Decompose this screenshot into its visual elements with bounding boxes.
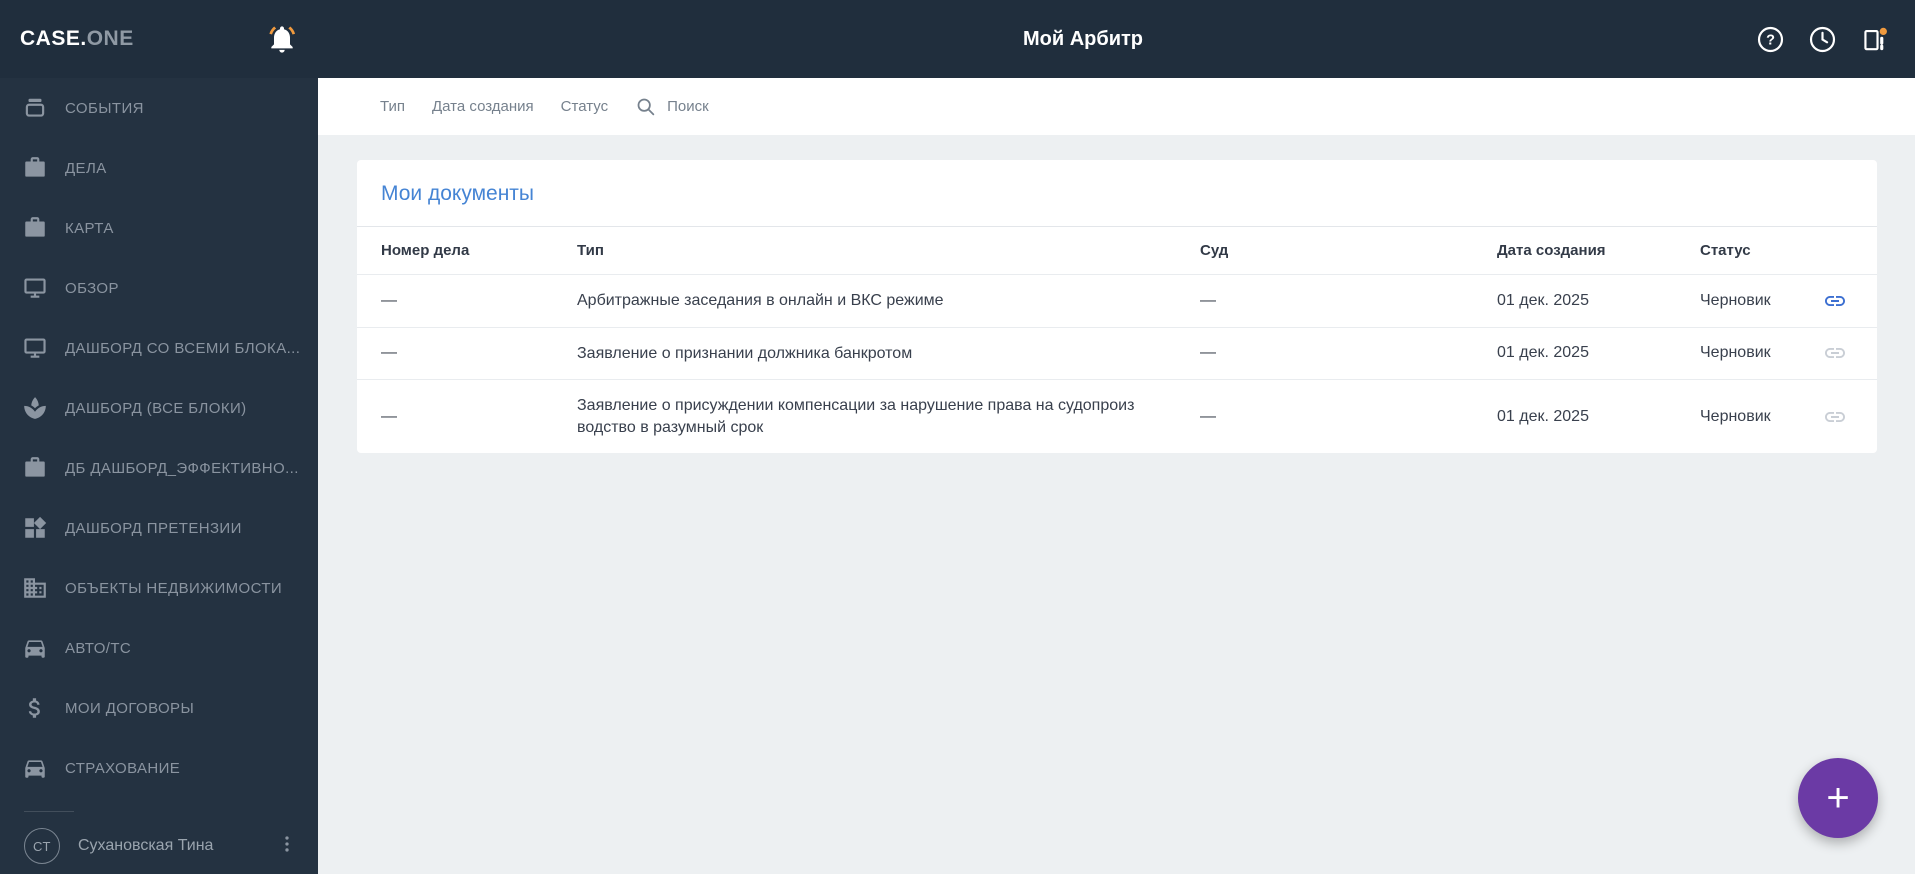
filter-created-date[interactable]: Дата создания (432, 98, 534, 115)
main-content: Мои документы Номер дела Тип Суд Дата со… (318, 135, 1915, 874)
link-button[interactable] (1793, 289, 1877, 313)
events-tray-icon (27, 99, 43, 116)
spa-icon (24, 397, 46, 419)
panel-notification-icon[interactable] (1860, 25, 1889, 54)
sidebar-nav: СОБЫТИЯ ДЕЛА КАРТА ОБЗОР ДАШБОРД СО ВСЕМ… (0, 78, 318, 798)
filter-bar: Тип Дата создания Статус Поиск (318, 78, 1915, 135)
header-actions: ? (1756, 0, 1889, 78)
cell-case-number: — (381, 291, 397, 309)
table-header: Номер дела Тип Суд Дата создания Статус (357, 226, 1877, 274)
history-clock-icon[interactable] (1808, 25, 1837, 54)
cell-type: Арбитражные заседания в онлайн и ВКС реж… (577, 292, 944, 309)
svg-text:?: ? (1766, 32, 1775, 48)
car-icon (25, 760, 45, 777)
cell-case-number: — (381, 344, 397, 362)
add-document-fab[interactable]: + (1798, 758, 1878, 838)
sidebar-item-label: ДАШБОРД (ВСЕ БЛОКИ) (65, 399, 247, 417)
search-icon (635, 96, 656, 117)
col-court: Суд (1200, 242, 1229, 259)
link-icon (1823, 405, 1847, 429)
cell-created: 01 дек. 2025 (1497, 344, 1589, 362)
sidebar-item-label: КАРТА (65, 219, 114, 237)
sidebar-item-db-dashboard-efficiency[interactable]: ДБ ДАШБОРД_ЭФФЕКТИВНО... (0, 438, 318, 498)
caseone-logo: CASE. ONE (20, 0, 134, 78)
avatar: СТ (24, 828, 60, 864)
table-row[interactable]: — Заявление о присуждении компенсации за… (357, 379, 1877, 453)
sidebar-item-label: СОБЫТИЯ (65, 99, 144, 117)
monitor-icon (25, 280, 44, 297)
sidebar-divider (24, 811, 74, 812)
status-badge: Черновик (1700, 344, 1771, 362)
sidebar-item-label: ДАШБОРД ПРЕТЕНЗИИ (65, 519, 242, 537)
col-type: Тип (577, 242, 604, 259)
sidebar-item-label: СТРАХОВАНИЕ (65, 759, 181, 777)
sidebar-item-label: МОИ ДОГОВОРЫ (65, 699, 195, 717)
briefcase-icon (25, 457, 45, 477)
briefcase-icon (25, 157, 45, 177)
table-row[interactable]: — Заявление о признании должника банкрот… (357, 326, 1877, 380)
monitor-icon (25, 340, 44, 357)
sidebar-item-real-estate[interactable]: ОБЪЕКТЫ НЕДВИЖИМОСТИ (0, 558, 318, 618)
dollar-icon (29, 698, 40, 718)
sidebar-item-overview[interactable]: ОБЗОР (0, 258, 318, 318)
user-menu-kebab-icon[interactable] (276, 833, 298, 860)
my-documents-card: Мои документы Номер дела Тип Суд Дата со… (357, 160, 1877, 454)
cell-court: — (1200, 407, 1216, 425)
sidebar-item-label: АВТО/ТС (65, 639, 132, 657)
sidebar-item-my-contracts[interactable]: МОИ ДОГОВОРЫ (0, 678, 318, 738)
bell-icon[interactable] (266, 23, 298, 55)
user-profile[interactable]: СТ Сухановская Тина (0, 818, 318, 874)
filter-status[interactable]: Статус (561, 98, 608, 115)
search-control[interactable]: Поиск (635, 96, 709, 117)
help-icon[interactable]: ? (1756, 25, 1785, 54)
cell-type: Заявление о признании должника банкротом (577, 344, 913, 362)
top-header: CASE. ONE Мой Арбитр ? (0, 0, 1915, 78)
case-one-app: CASE. ONE Мой Арбитр ? СОБЫТИЯ ДЕЛА КАРТ… (0, 0, 1915, 874)
car-icon (25, 640, 45, 657)
cell-created: 01 дек. 2025 (1497, 291, 1589, 309)
cell-type: Заявление о присуждении компенсации за н… (577, 397, 1135, 436)
link-icon (1823, 341, 1847, 365)
col-status: Статус (1700, 242, 1751, 259)
widgets-icon (25, 517, 46, 538)
table-row[interactable]: — Арбитражные заседания в онлайн и ВКС р… (357, 274, 1877, 327)
briefcase-icon (25, 217, 45, 237)
link-button[interactable] (1793, 341, 1877, 365)
filter-type[interactable]: Тип (380, 98, 405, 115)
user-name: Сухановская Тина (78, 837, 214, 854)
sidebar-item-label: ОБЪЕКТЫ НЕДВИЖИМОСТИ (65, 579, 283, 597)
sidebar-item-map[interactable]: КАРТА (0, 198, 318, 258)
status-badge: Черновик (1700, 291, 1771, 309)
col-link (1793, 236, 1877, 266)
col-created: Дата создания (1497, 242, 1606, 259)
link-icon (1823, 289, 1847, 313)
cell-court: — (1200, 291, 1216, 309)
logo-primary: CASE. (20, 27, 87, 50)
logo-secondary: ONE (86, 27, 134, 50)
col-case-number: Номер дела (381, 242, 470, 259)
cell-court: — (1200, 344, 1216, 362)
cell-case-number: — (381, 407, 397, 425)
sidebar-item-label: ДЕЛА (65, 159, 107, 177)
link-button[interactable] (1793, 405, 1877, 429)
sidebar-item-cases[interactable]: ДЕЛА (0, 138, 318, 198)
page-title: Мой Арбитр (1022, 27, 1144, 50)
sidebar-item-dashboard-all-blocks-2[interactable]: ДАШБОРД (ВСЕ БЛОКИ) (0, 378, 318, 438)
building-icon (24, 578, 46, 598)
sidebar-item-auto[interactable]: АВТО/ТС (0, 618, 318, 678)
cell-created: 01 дек. 2025 (1497, 407, 1589, 425)
sidebar-item-events[interactable]: СОБЫТИЯ (0, 78, 318, 138)
sidebar-item-label: ДБ ДАШБОРД_ЭФФЕКТИВНО... (65, 459, 299, 477)
card-title: Мои документы (381, 182, 535, 205)
sidebar-item-dashboard-all-blocks-1[interactable]: ДАШБОРД СО ВСЕМИ БЛОКА... (0, 318, 318, 378)
sidebar-item-dashboard-claims[interactable]: ДАШБОРД ПРЕТЕНЗИИ (0, 498, 318, 558)
sidebar-item-label: ОБЗОР (65, 279, 119, 297)
status-badge: Черновик (1700, 407, 1771, 425)
search-label: Поиск (667, 98, 709, 115)
sidebar-item-insurance[interactable]: СТРАХОВАНИЕ (0, 738, 318, 798)
sidebar-item-label: ДАШБОРД СО ВСЕМИ БЛОКА... (65, 339, 301, 357)
sidebar: СОБЫТИЯ ДЕЛА КАРТА ОБЗОР ДАШБОРД СО ВСЕМ… (0, 78, 318, 874)
